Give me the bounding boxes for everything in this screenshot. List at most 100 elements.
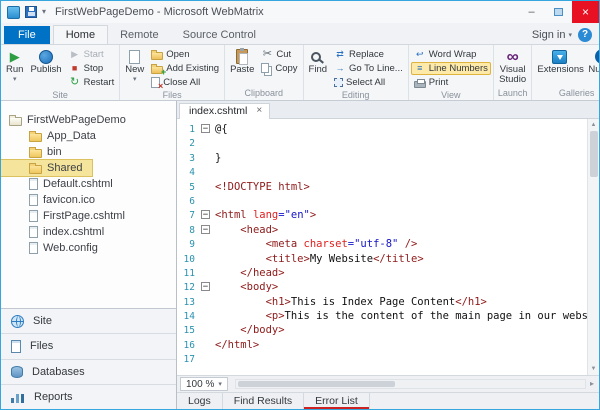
- code-line-6[interactable]: 6: [177, 194, 587, 208]
- code-line-5[interactable]: 5<!DOCTYPE html>: [177, 180, 587, 194]
- bottom-tab-logs[interactable]: Logs: [177, 393, 223, 409]
- cut-button[interactable]: ✂Cut: [258, 48, 300, 61]
- open-button[interactable]: Open: [148, 48, 222, 61]
- new-file-icon: [129, 50, 140, 64]
- word-wrap-button[interactable]: ↩Word Wrap: [411, 48, 491, 61]
- code-line-14[interactable]: 14 <p>This is the content of the main pa…: [177, 309, 587, 323]
- sign-in-button[interactable]: Sign in▾: [532, 29, 572, 41]
- tab-source-control[interactable]: Source Control: [171, 26, 268, 44]
- find-button[interactable]: Find: [306, 46, 330, 89]
- select-all-button[interactable]: Select All: [331, 76, 406, 89]
- code-line-7[interactable]: 7−<html lang="en">: [177, 208, 587, 222]
- code-area[interactable]: 1−@{23}45<!DOCTYPE html>67−<html lang="e…: [177, 119, 587, 375]
- maximize-button[interactable]: [545, 1, 572, 23]
- nav-item-reports[interactable]: Reports: [1, 385, 176, 409]
- code-line-15[interactable]: 15 </body>: [177, 323, 587, 337]
- folder-icon: [29, 149, 42, 158]
- tree-item-bin[interactable]: bin: [1, 144, 176, 160]
- replace-icon: ⇄: [334, 50, 346, 59]
- open-folder-icon: [151, 52, 163, 60]
- fold-marker[interactable]: −: [201, 124, 210, 133]
- editor-tab-index-cshtml[interactable]: index.cshtml ×: [179, 103, 270, 119]
- qat-dropdown-icon[interactable]: ▾: [42, 8, 46, 16]
- visual-studio-button[interactable]: ∞ Visual Studio: [496, 46, 530, 87]
- new-button[interactable]: New ▾: [122, 46, 147, 89]
- code-line-17[interactable]: 17: [177, 352, 587, 366]
- tree-item-index-cshtml[interactable]: index.cshtml: [1, 224, 176, 240]
- tree-item-label: index.cshtml: [43, 226, 104, 238]
- nav-item-site[interactable]: Site: [1, 309, 176, 334]
- code-line-13[interactable]: 13 <h1>This is Index Page Content</h1>: [177, 295, 587, 309]
- scroll-up-icon[interactable]: ▲: [591, 119, 597, 131]
- new-label: New: [125, 65, 144, 75]
- vertical-scrollbar-thumb[interactable]: [590, 131, 598, 177]
- help-button[interactable]: ?: [578, 28, 592, 42]
- nuget-button[interactable]: N NuGet: [585, 46, 599, 87]
- tree-item-shared[interactable]: Shared: [1, 160, 92, 176]
- add-existing-button[interactable]: +Add Existing: [148, 62, 222, 75]
- close-all-button[interactable]: ×Close All: [148, 76, 222, 89]
- bottom-tab-error-list[interactable]: Error List: [304, 393, 370, 409]
- paste-button[interactable]: Paste: [227, 46, 257, 87]
- replace-button[interactable]: ⇄Replace: [331, 48, 406, 61]
- tab-file[interactable]: File: [4, 26, 50, 44]
- maximize-icon: [554, 8, 563, 16]
- paste-label: Paste: [230, 65, 254, 75]
- code-line-1[interactable]: 1−@{: [177, 122, 587, 136]
- code-line-11[interactable]: 11 </head>: [177, 266, 587, 280]
- start-button[interactable]: ▶Start: [66, 48, 118, 61]
- stop-button[interactable]: ■Stop: [66, 62, 118, 75]
- save-icon[interactable]: [25, 6, 37, 18]
- zoom-control[interactable]: 100 % ▾: [180, 377, 228, 391]
- fold-gutter: [201, 180, 210, 189]
- tab-close-icon[interactable]: ×: [256, 106, 262, 116]
- run-button[interactable]: ▶ Run ▾: [3, 46, 26, 89]
- tree-root[interactable]: FirstWebPageDemo: [1, 113, 176, 128]
- code-line-9[interactable]: 9 <meta charset="utf-8" />: [177, 237, 587, 251]
- code-line-4[interactable]: 4: [177, 165, 587, 179]
- code-line-16[interactable]: 16</html>: [177, 338, 587, 352]
- fold-gutter: [201, 266, 210, 275]
- code-line-3[interactable]: 3}: [177, 151, 587, 165]
- extensions-button[interactable]: Extensions: [534, 46, 584, 87]
- close-button[interactable]: ×: [572, 1, 599, 23]
- publish-button[interactable]: Publish: [27, 46, 64, 89]
- line-number: 14: [177, 310, 199, 324]
- tab-remote[interactable]: Remote: [108, 26, 171, 44]
- copy-button[interactable]: Copy: [258, 62, 300, 75]
- scroll-down-icon[interactable]: ▼: [591, 363, 597, 375]
- nav-item-databases[interactable]: Databases: [1, 360, 176, 385]
- tree-item-firstpage-cshtml[interactable]: FirstPage.cshtml: [1, 208, 176, 224]
- line-number: 1: [177, 123, 199, 137]
- code-text: </html>: [215, 339, 259, 351]
- fold-marker[interactable]: −: [201, 210, 210, 219]
- minimize-button[interactable]: –: [518, 1, 545, 23]
- tab-home[interactable]: Home: [53, 25, 108, 45]
- horizontal-scrollbar[interactable]: [235, 379, 586, 389]
- code-line-2[interactable]: 2: [177, 136, 587, 150]
- ribbon-group-label-galleries: Galleries: [534, 87, 599, 100]
- print-button[interactable]: Print: [411, 76, 491, 89]
- main-area: FirstWebPageDemo App_DatabinSharedDefaul…: [1, 101, 599, 409]
- horizontal-scrollbar-thumb[interactable]: [238, 381, 395, 387]
- nav-item-files[interactable]: Files: [1, 334, 176, 359]
- tree-item-favicon-ico[interactable]: favicon.ico: [1, 192, 176, 208]
- run-dropdown-icon: ▾: [13, 76, 17, 83]
- copy-icon: [261, 63, 269, 73]
- tree-item-web-config[interactable]: Web.config: [1, 240, 176, 256]
- line-numbers-button[interactable]: ≡Line Numbers: [411, 62, 491, 75]
- fold-marker[interactable]: −: [201, 282, 210, 291]
- code-line-10[interactable]: 10 <title>My Website</title>: [177, 252, 587, 266]
- restart-button[interactable]: ↻Restart: [66, 76, 118, 89]
- code-line-12[interactable]: 12− <body>: [177, 280, 587, 294]
- tree-item-default-cshtml[interactable]: Default.cshtml: [1, 176, 176, 192]
- ribbon-group-label-site: Site: [3, 89, 117, 101]
- extensions-icon: [552, 50, 567, 64]
- fold-marker[interactable]: −: [201, 225, 210, 234]
- vertical-scrollbar[interactable]: ▲ ▼: [587, 119, 599, 375]
- scroll-right-icon[interactable]: ▸: [590, 380, 599, 388]
- code-line-8[interactable]: 8− <head>: [177, 223, 587, 237]
- goto-line-button[interactable]: →Go To Line...: [331, 62, 406, 75]
- tree-item-app-data[interactable]: App_Data: [1, 128, 176, 144]
- bottom-tab-find-results[interactable]: Find Results: [223, 393, 304, 409]
